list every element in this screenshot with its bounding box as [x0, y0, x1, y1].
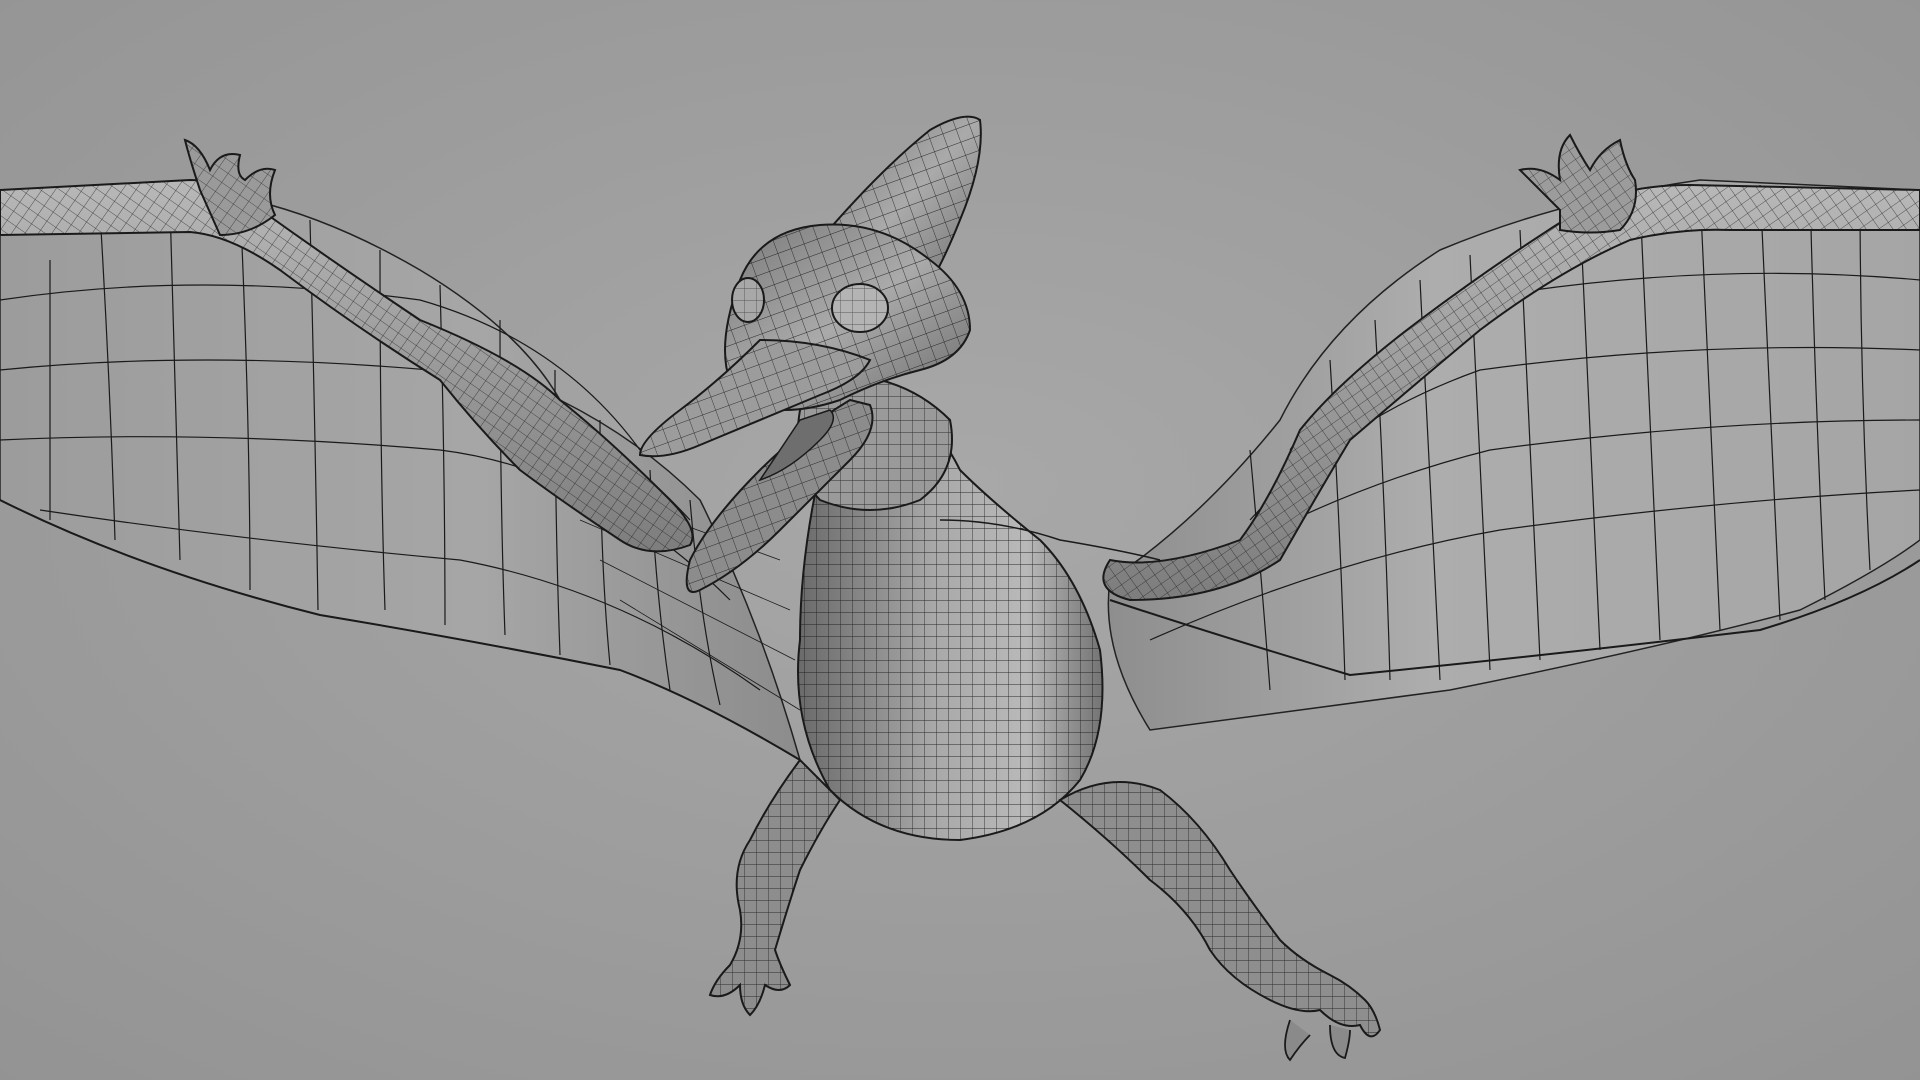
pterodactyl-wireframe-render	[0, 0, 1920, 1080]
render-viewport	[0, 0, 1920, 1080]
